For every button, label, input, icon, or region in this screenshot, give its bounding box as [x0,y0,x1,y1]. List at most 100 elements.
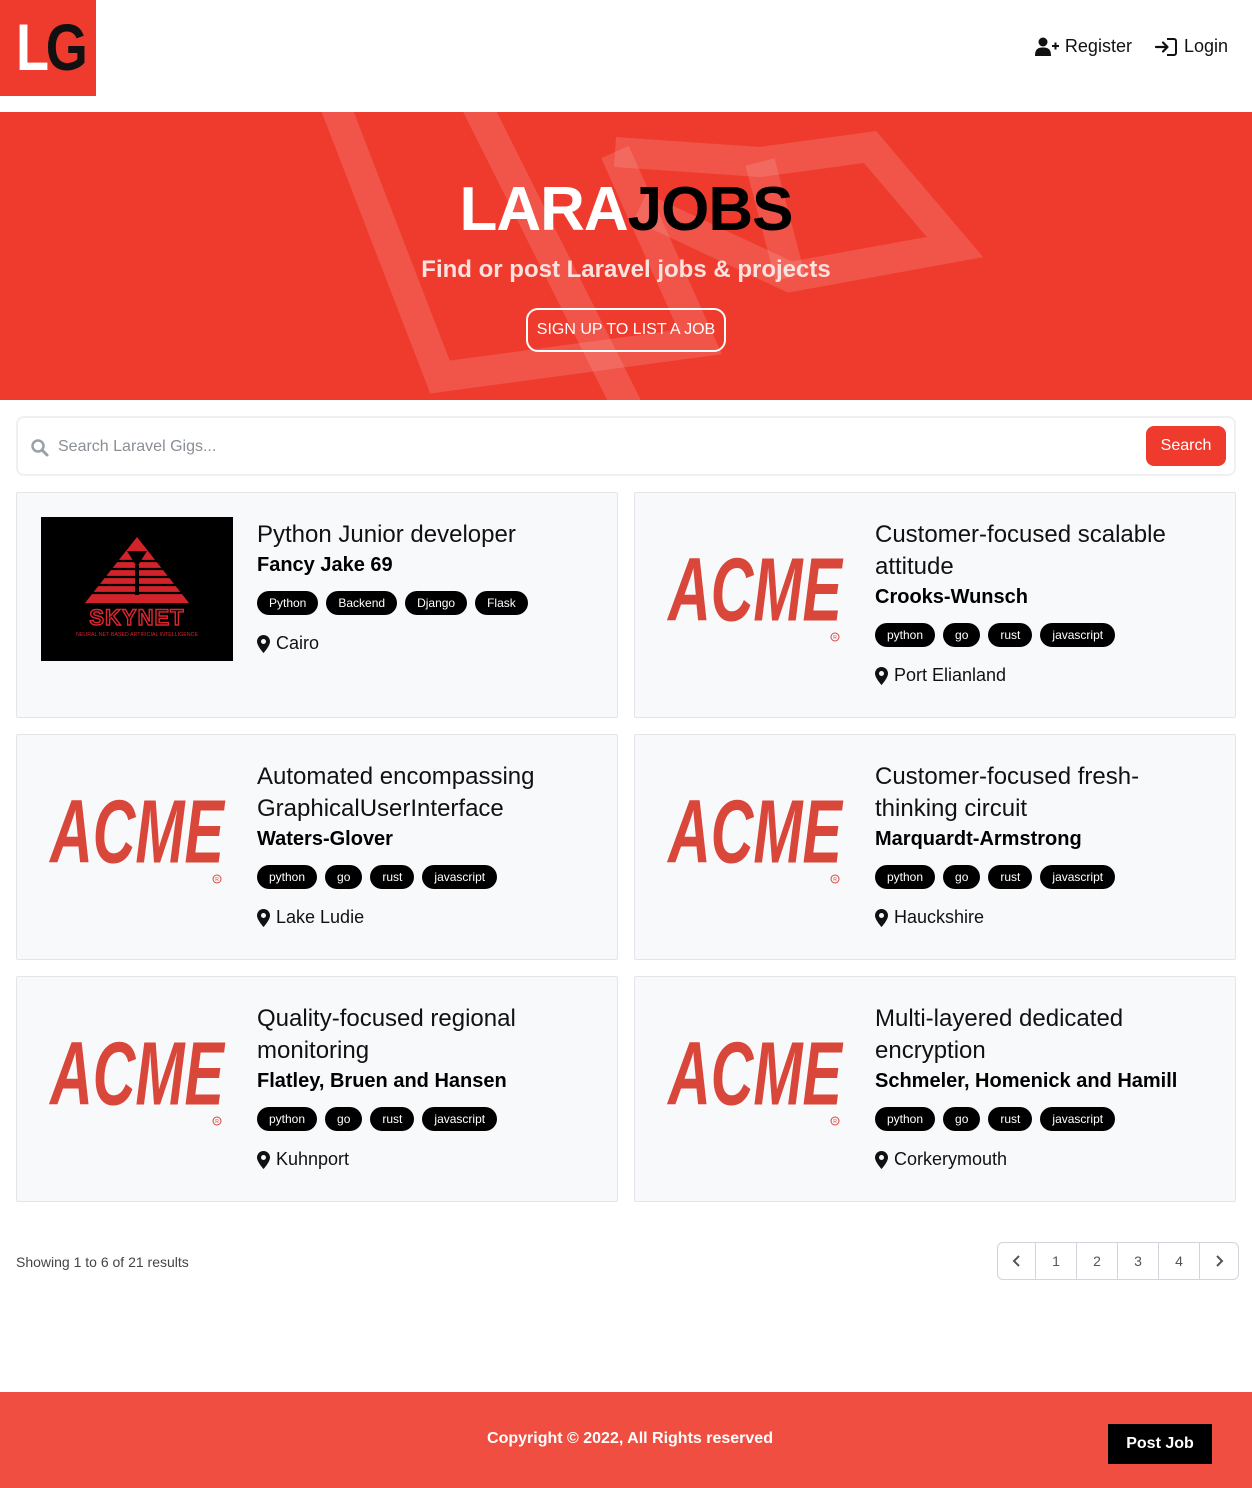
tag-pill[interactable]: python [257,865,318,889]
search-icon [31,439,49,457]
job-title[interactable]: Automated encompassing GraphicalUserInte… [257,761,597,825]
tag-pill[interactable]: javascript [422,865,498,889]
tag-pill[interactable]: python [875,1107,936,1131]
acme-wordmark: ACME [49,1024,226,1125]
job-title[interactable]: Quality-focused regional monitoring [257,1003,597,1067]
acme-wordmark: ACME [667,540,844,641]
tag-pill[interactable]: rust [370,1107,415,1131]
prev-page-button[interactable] [998,1243,1036,1279]
svg-text:R: R [833,1119,837,1125]
job-title[interactable]: Python Junior developer [257,519,597,551]
job-title[interactable]: Customer-focused fresh-thinking circuit [875,761,1215,825]
pagination: 1 2 3 4 [997,1242,1239,1280]
job-card[interactable]: ACME R Automated encompassing GraphicalU… [16,734,618,960]
job-tags: python go rust javascript [875,865,1215,889]
job-location: Lake Ludie [257,907,597,928]
tag-pill[interactable]: javascript [422,1107,498,1131]
next-page-button[interactable] [1200,1243,1238,1279]
map-marker-icon [875,908,888,927]
tag-pill[interactable]: rust [988,623,1033,647]
job-tags: Python Backend Django Flask [257,591,597,615]
job-location: Port Elianland [875,665,1215,686]
chevron-left-icon [1012,1255,1020,1267]
tag-pill[interactable]: go [943,1107,981,1131]
job-tags: python go rust javascript [875,1107,1215,1131]
tag-pill[interactable]: rust [370,865,415,889]
tag-pill[interactable]: go [325,865,363,889]
signup-cta-button[interactable]: Sign up to list a job [526,308,726,352]
job-location: Corkerymouth [875,1149,1215,1170]
job-location: Kuhnport [257,1149,597,1170]
job-location-text: Port Elianland [894,665,1007,685]
job-title[interactable]: Multi-layered dedicated encryption [875,1003,1215,1067]
acme-logo: ACME R [667,1024,844,1126]
hero-title: LARAJOBS [0,174,1252,246]
tag-pill[interactable]: Flask [475,591,528,615]
post-job-button[interactable]: Post Job [1108,1424,1212,1464]
tag-pill[interactable]: javascript [1040,865,1116,889]
page-1-button[interactable]: 1 [1036,1243,1077,1279]
login-label: Login [1183,36,1228,56]
hero-banner: LARAJOBS Find or post Laravel jobs & pro… [0,112,1252,400]
job-company: Flatley, Bruen and Hansen [257,1070,507,1092]
footer: Copyright © 2022, All Rights reserved Po… [0,1392,1252,1488]
job-location: Hauckshire [875,907,1215,928]
logo-letter-g: G [45,10,88,84]
job-location-text: Corkerymouth [894,1149,1008,1169]
tag-pill[interactable]: rust [988,865,1033,889]
job-card-body: Customer-focused scalable attitude Crook… [875,519,1215,686]
acme-wordmark: ACME [49,782,226,883]
job-card[interactable]: ACME R Customer-focused scalable attitud… [634,492,1236,718]
hero-subtitle: Find or post Laravel jobs & projects [421,256,831,283]
job-card[interactable]: SKYNET NEURAL NET-BASED ARTIFICIAL INTEL… [16,492,618,718]
job-tags: python go rust javascript [257,1107,597,1131]
register-link[interactable]: Register [1034,36,1132,57]
job-card-body: Multi-layered dedicated encryption Schme… [875,1003,1215,1170]
results-summary: Showing 1 to 6 of 21 results [16,1254,189,1270]
tag-pill[interactable]: python [257,1107,318,1131]
copyright-text: Copyright © 2022, All Rights reserved [487,1430,773,1447]
search-button[interactable]: Search [1146,426,1226,466]
job-company: Crooks-Wunsch [875,586,1028,608]
acme-wordmark: ACME [667,1024,844,1125]
logo-letter-l: L [16,10,49,84]
job-location-text: Kuhnport [276,1149,350,1169]
skynet-wordmark: SKYNET [89,605,184,630]
tag-pill[interactable]: go [325,1107,363,1131]
tag-pill[interactable]: Backend [326,591,398,615]
svg-text:R: R [833,877,837,883]
tag-pill[interactable]: javascript [1040,623,1116,647]
job-card-body: Python Junior developer Fancy Jake 69 Py… [257,519,597,654]
nav-links: Register Login [1034,36,1228,57]
tag-pill[interactable]: go [943,865,981,889]
job-location-text: Cairo [276,633,320,653]
login-link[interactable]: Login [1154,36,1228,57]
page-2-button[interactable]: 2 [1077,1243,1118,1279]
tag-pill[interactable]: go [943,623,981,647]
map-marker-icon [875,666,888,685]
map-marker-icon [257,1150,270,1169]
tag-pill[interactable]: python [875,623,936,647]
job-location: Cairo [257,633,597,654]
tag-pill[interactable]: Django [405,591,468,615]
tag-pill[interactable]: Python [257,591,319,615]
tag-pill[interactable]: python [875,865,936,889]
svg-text:R: R [215,1119,219,1125]
job-card[interactable]: ACME R Quality-focused regional monitori… [16,976,618,1202]
page-4-button[interactable]: 4 [1159,1243,1200,1279]
svg-text:R: R [833,635,837,641]
job-company: Fancy Jake 69 [257,554,393,576]
job-location-text: Hauckshire [894,907,985,927]
page-3-button[interactable]: 3 [1118,1243,1159,1279]
map-marker-icon [257,908,270,927]
search-input[interactable] [58,430,1138,464]
tag-pill[interactable]: rust [988,1107,1033,1131]
job-card[interactable]: ACME R Multi-layered dedicated encryptio… [634,976,1236,1202]
acme-logo: ACME R [49,1024,226,1126]
tag-pill[interactable]: javascript [1040,1107,1116,1131]
site-logo[interactable]: LG [0,0,96,96]
job-card[interactable]: ACME R Customer-focused fresh-thinking c… [634,734,1236,960]
skynet-logo: SKYNET NEURAL NET-BASED ARTIFICIAL INTEL… [41,517,233,661]
job-title[interactable]: Customer-focused scalable attitude [875,519,1215,583]
map-marker-icon [257,634,270,653]
